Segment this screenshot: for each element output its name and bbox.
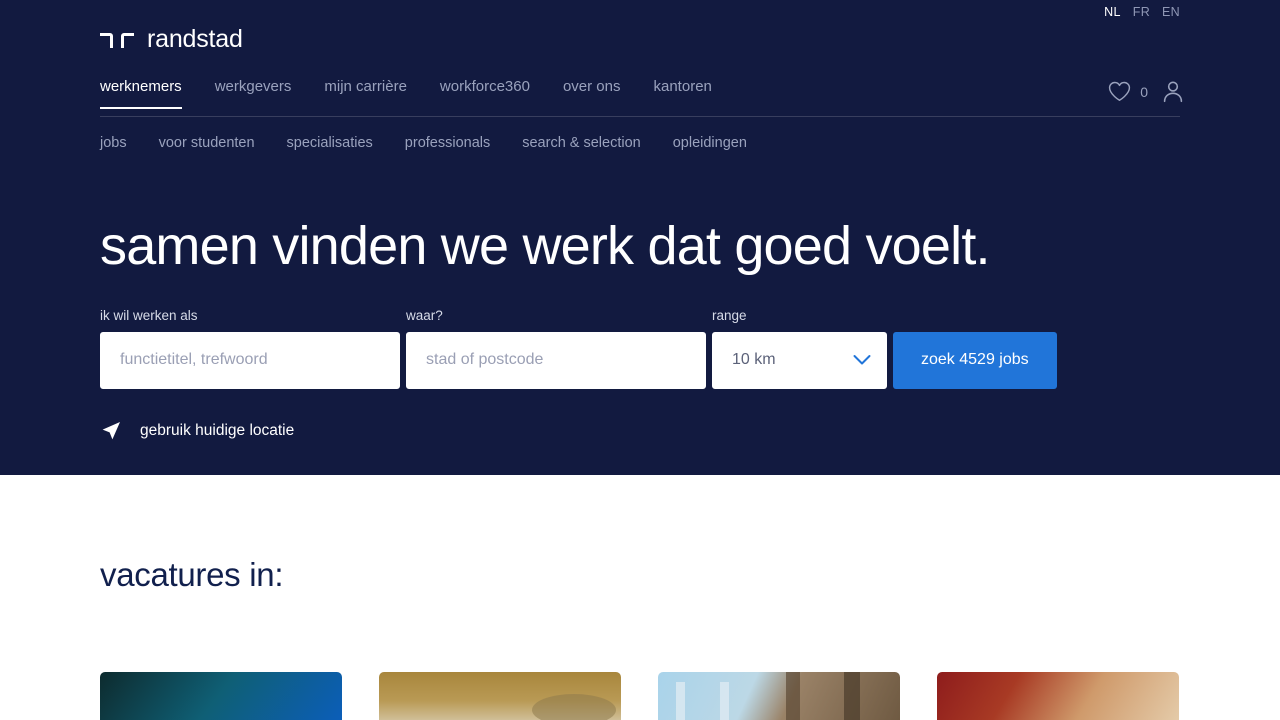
use-current-location-label: gebruik huidige locatie (140, 422, 295, 439)
language-option-nl[interactable]: NL (1104, 5, 1121, 19)
nav-item-mijn-carriere[interactable]: mijn carrière (324, 78, 407, 118)
subnav-item-jobs[interactable]: jobs (100, 135, 127, 151)
subnav-item-opleidingen[interactable]: opleidingen (673, 135, 747, 151)
randstad-homepage: NL FR EN randstad werknemers werkgevers … (0, 0, 1280, 720)
primary-navigation: werknemers werkgevers mijn carrière work… (100, 78, 712, 118)
range-field-group: range 10 km (712, 309, 887, 389)
subnav-item-search-selection[interactable]: search & selection (522, 135, 640, 151)
randstad-arch-logo-icon (100, 33, 134, 48)
job-category-card[interactable] (379, 672, 621, 720)
hero-section: NL FR EN randstad werknemers werkgevers … (0, 0, 1280, 475)
keyword-field-group: ik wil werken als (100, 309, 400, 389)
nav-divider (100, 116, 1180, 117)
language-option-en[interactable]: EN (1162, 5, 1180, 19)
jobs-section-title: vacatures in: (100, 556, 284, 593)
card-image-3 (658, 672, 900, 720)
job-category-card[interactable] (100, 672, 342, 720)
card-image-2 (379, 672, 621, 720)
use-current-location-link[interactable]: gebruik huidige locatie (100, 420, 294, 442)
subnav-item-professionals[interactable]: professionals (405, 135, 490, 151)
subnav-item-specialisaties[interactable]: specialisaties (287, 135, 373, 151)
language-switcher: NL FR EN (1104, 5, 1180, 19)
account-button[interactable] (1162, 80, 1184, 103)
heart-icon (1109, 81, 1131, 101)
nav-item-over-ons[interactable]: over ons (563, 78, 621, 118)
keyword-input[interactable] (100, 331, 400, 389)
secondary-navigation: jobs voor studenten specialisaties profe… (100, 135, 747, 151)
logo-wordmark: randstad (147, 25, 243, 53)
language-option-fr[interactable]: FR (1133, 5, 1150, 19)
job-category-card[interactable] (937, 672, 1179, 720)
favorites-count: 0 (1140, 83, 1148, 100)
job-category-card[interactable] (658, 672, 900, 720)
search-submit-button[interactable]: zoek 4529 jobs (893, 331, 1057, 389)
location-label: waar? (406, 308, 443, 323)
location-field-group: waar? (406, 309, 706, 389)
location-input[interactable] (406, 331, 706, 389)
range-label: range (712, 308, 747, 323)
hero-headline: samen vinden we werk dat goed voelt. (100, 216, 991, 276)
nav-item-workforce360[interactable]: workforce360 (440, 78, 530, 118)
job-category-card-list (100, 672, 1179, 720)
range-select[interactable]: 10 km (712, 331, 887, 389)
nav-item-werknemers[interactable]: werknemers (100, 78, 182, 118)
card-image-4 (937, 672, 1179, 720)
subnav-item-voor-studenten[interactable]: voor studenten (159, 135, 255, 151)
range-select-wrapper: 10 km (712, 331, 887, 389)
favorites-button[interactable]: 0 (1108, 81, 1148, 102)
nav-item-kantoren[interactable]: kantoren (654, 78, 712, 118)
keyword-label: ik wil werken als (100, 308, 198, 323)
user-account-icon (1163, 81, 1183, 103)
site-logo[interactable]: randstad (100, 27, 243, 52)
header-actions: 0 (1108, 80, 1184, 103)
navigation-arrow-icon (102, 422, 120, 440)
job-search-form: ik wil werken als waar? range 10 km zoek… (100, 309, 1057, 389)
nav-item-werkgevers[interactable]: werkgevers (215, 78, 292, 118)
card-image-1 (100, 672, 342, 720)
